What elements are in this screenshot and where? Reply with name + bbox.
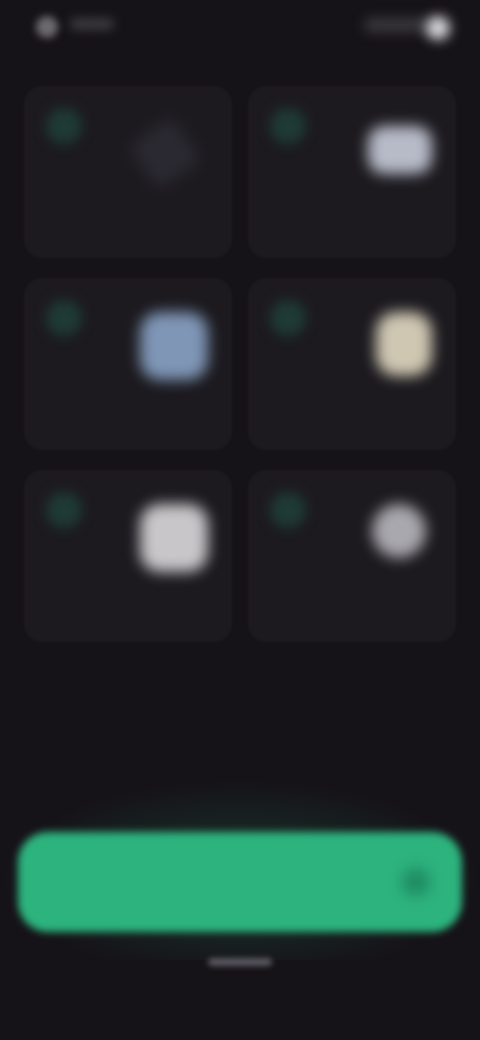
battery-icon [426, 16, 450, 40]
selection-check-icon [270, 492, 306, 528]
status-bar [0, 0, 480, 48]
continue-button[interactable] [18, 832, 462, 932]
app-icon [368, 126, 432, 174]
selection-check-icon [270, 300, 306, 336]
status-time [70, 18, 114, 30]
arrow-right-icon [402, 868, 430, 896]
selection-check-icon [270, 108, 306, 144]
app-icon [140, 504, 208, 572]
notification-icon [36, 16, 58, 38]
selection-check-icon [46, 492, 82, 528]
app-grid [24, 86, 456, 642]
app-icon [140, 312, 208, 380]
status-icons [364, 18, 434, 32]
section-header [22, 694, 458, 706]
home-indicator [208, 958, 272, 966]
pencil-icon [127, 115, 203, 191]
app-card-6[interactable] [248, 470, 456, 642]
selection-check-icon [46, 300, 82, 336]
selection-check-icon [46, 108, 82, 144]
app-card-3[interactable] [24, 278, 232, 450]
app-card-4[interactable] [248, 278, 456, 450]
app-card-1[interactable] [24, 86, 232, 258]
app-icon [376, 312, 432, 376]
app-card-5[interactable] [24, 470, 232, 642]
app-icon [372, 504, 426, 558]
app-card-2[interactable] [248, 86, 456, 258]
